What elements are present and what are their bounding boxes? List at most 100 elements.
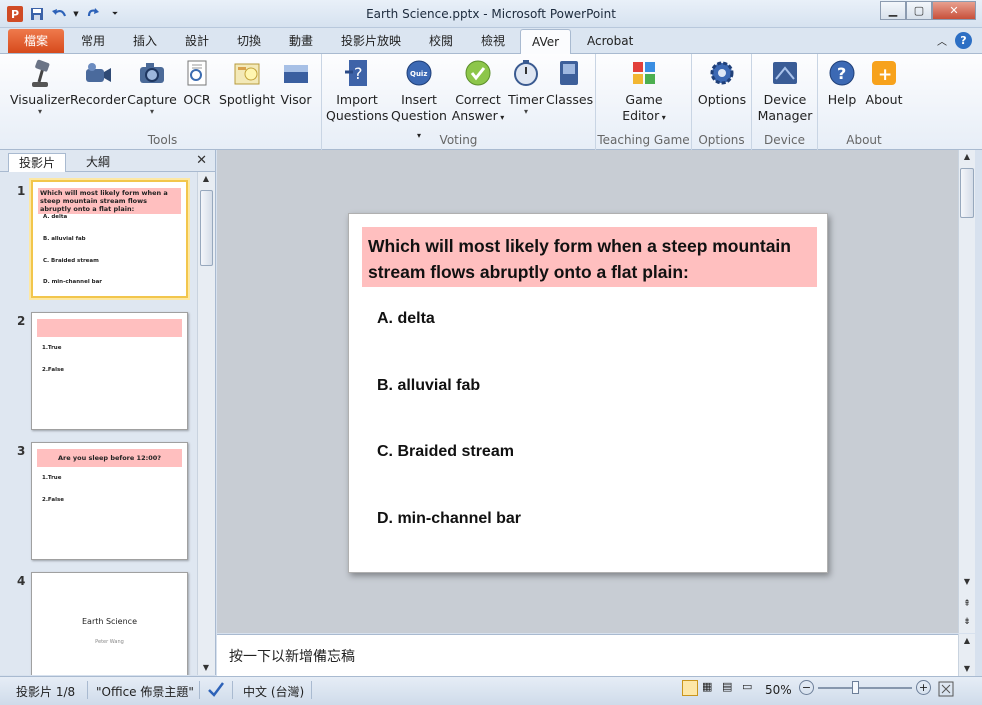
group-device: Device Manager Device bbox=[752, 54, 818, 150]
scroll-down-icon[interactable]: ▼ bbox=[959, 662, 975, 676]
zoom-track[interactable] bbox=[818, 680, 912, 694]
tab-design[interactable]: 設計 bbox=[174, 29, 220, 53]
maximize-button[interactable]: ▢ bbox=[906, 1, 932, 20]
slide-number: 3 bbox=[17, 444, 26, 458]
tab-acrobat[interactable]: Acrobat bbox=[576, 29, 644, 53]
device-manager-icon bbox=[771, 58, 799, 88]
status-bar: 投影片 1/8 "Office 佈景主題" 中文 (台灣) ▦ ▤ ▭ 50% … bbox=[0, 676, 982, 705]
normal-view-icon[interactable] bbox=[682, 680, 698, 696]
option-a[interactable]: A. delta bbox=[377, 310, 435, 328]
current-slide[interactable]: Which will most likely form when a steep… bbox=[348, 213, 828, 573]
svg-text:?: ? bbox=[354, 64, 363, 83]
close-panel-icon[interactable]: ✕ bbox=[196, 153, 207, 168]
editor-scrollbar[interactable]: ▲ ▼ ⇞ ⇟ bbox=[958, 150, 975, 633]
slide-thumbnail-4[interactable]: Earth Science Peter Wang bbox=[31, 572, 188, 675]
capture-button[interactable]: Capture ▾ bbox=[126, 58, 178, 116]
classes-button[interactable]: Classes bbox=[546, 58, 593, 108]
title-bar: P ▼ ⏷ Earth Science.pptx - Microsoft Pow… bbox=[0, 0, 982, 28]
zoom-in-icon[interactable]: + bbox=[916, 680, 931, 695]
about-button[interactable]: + About bbox=[864, 58, 904, 108]
scroll-up-icon[interactable]: ▲ bbox=[959, 634, 975, 648]
classes-icon bbox=[555, 58, 583, 88]
group-voting: ? Import Questions Quiz Insert Question ▾ … bbox=[322, 54, 596, 150]
visor-button[interactable]: Visor bbox=[278, 58, 314, 108]
visualizer-button[interactable]: Visualizer ▾ bbox=[10, 58, 70, 116]
reading-view-icon[interactable]: ▤ bbox=[722, 680, 738, 696]
group-label-device: Device bbox=[763, 133, 806, 147]
slide-indicator: 投影片 1/8 bbox=[16, 685, 76, 699]
fit-to-window-icon[interactable] bbox=[938, 681, 954, 700]
group-tools: Visualizer ▾ Recorder Capture ▾ OCR Spotli… bbox=[4, 54, 322, 150]
visor-icon bbox=[282, 58, 310, 88]
minimize-button[interactable]: ▁ bbox=[880, 1, 906, 20]
import-questions-button[interactable]: ? Import Questions bbox=[326, 58, 388, 124]
visualizer-icon bbox=[26, 58, 54, 88]
ocr-button[interactable]: OCR bbox=[180, 58, 214, 108]
scroll-down-icon[interactable]: ▼ bbox=[959, 575, 975, 589]
window-title: Earth Science.pptx - Microsoft PowerPoin… bbox=[366, 7, 616, 21]
tab-review[interactable]: 校閱 bbox=[418, 29, 464, 53]
slideshow-view-icon[interactable]: ▭ bbox=[742, 680, 758, 696]
recorder-button[interactable]: Recorder bbox=[70, 58, 126, 108]
notes-pane[interactable]: 按一下以新增備忘稿 bbox=[217, 634, 958, 676]
zoom-thumb[interactable] bbox=[852, 680, 859, 694]
theme-name[interactable]: "Office 佈景主題" bbox=[96, 683, 194, 700]
group-options: Options Options bbox=[692, 54, 752, 150]
option-d[interactable]: D. min-channel bar bbox=[377, 510, 521, 528]
slide-thumbnail-2[interactable]: 1.True 2.False bbox=[31, 312, 188, 430]
scroll-down-icon[interactable]: ▼ bbox=[198, 661, 214, 675]
tab-insert[interactable]: 插入 bbox=[122, 29, 168, 53]
zoom-level[interactable]: 50% bbox=[765, 683, 792, 697]
question-text[interactable]: Which will most likely form when a steep… bbox=[362, 227, 817, 287]
zoom-out-icon[interactable]: − bbox=[799, 680, 814, 695]
slide-thumbnail-3[interactable]: Are you sleep before 12:00? 1.True 2.Fal… bbox=[31, 442, 188, 560]
slide-thumbnail-1[interactable]: Which will most likely form when a steep… bbox=[31, 180, 188, 298]
scroll-up-icon[interactable]: ▲ bbox=[198, 172, 214, 186]
tab-file[interactable]: 檔案 bbox=[8, 29, 64, 53]
correct-answer-button[interactable]: Correct Answer ▾ bbox=[450, 58, 506, 126]
tab-view[interactable]: 檢視 bbox=[470, 29, 516, 53]
insert-question-button[interactable]: Quiz Insert Question ▾ bbox=[390, 58, 448, 144]
import-questions-icon: ? bbox=[343, 58, 371, 88]
scrollbar-thumb[interactable] bbox=[960, 168, 974, 218]
next-slide-icon[interactable]: ⇟ bbox=[959, 615, 975, 629]
spell-check-icon[interactable] bbox=[207, 681, 225, 700]
timer-icon bbox=[512, 58, 540, 88]
language-indicator[interactable]: 中文 (台灣) bbox=[243, 683, 304, 700]
timer-button[interactable]: Timer ▾ bbox=[506, 58, 546, 116]
help-icon[interactable]: ? bbox=[955, 32, 972, 49]
scrollbar-thumb[interactable] bbox=[200, 190, 213, 266]
spotlight-icon bbox=[233, 58, 261, 88]
device-manager-button[interactable]: Device Manager bbox=[756, 58, 814, 124]
options-button[interactable]: Options bbox=[696, 58, 748, 108]
tab-outline[interactable]: 大綱 bbox=[76, 153, 120, 172]
tab-slideshow[interactable]: 投影片放映 bbox=[330, 29, 412, 53]
slide-sorter-icon[interactable]: ▦ bbox=[702, 680, 718, 696]
option-b[interactable]: B. alluvial fab bbox=[377, 377, 480, 395]
option-c[interactable]: C. Braided stream bbox=[377, 443, 514, 461]
zoom-slider[interactable]: − + bbox=[799, 680, 931, 695]
help-button[interactable]: ? Help bbox=[824, 58, 860, 108]
tab-transitions[interactable]: 切換 bbox=[226, 29, 272, 53]
tab-home[interactable]: 常用 bbox=[70, 29, 116, 53]
previous-slide-icon[interactable]: ⇞ bbox=[959, 597, 975, 611]
status-separator bbox=[311, 681, 312, 699]
notes-scrollbar[interactable]: ▲ ▼ bbox=[958, 634, 975, 676]
group-label-tools: Tools bbox=[147, 133, 178, 147]
tab-animations[interactable]: 動畫 bbox=[278, 29, 324, 53]
dropdown-arrow-icon: ▾ bbox=[149, 107, 154, 116]
recorder-icon bbox=[84, 58, 112, 88]
scroll-up-icon[interactable]: ▲ bbox=[959, 150, 975, 164]
dropdown-arrow-icon: ▾ bbox=[37, 107, 42, 116]
tab-slides[interactable]: 投影片 bbox=[8, 153, 67, 172]
thumbnail-title: Earth Science bbox=[81, 617, 137, 626]
status-separator bbox=[199, 681, 200, 699]
panel-scrollbar[interactable]: ▲ ▼ bbox=[197, 172, 215, 675]
tab-aver[interactable]: AVer bbox=[520, 29, 572, 55]
spotlight-button[interactable]: Spotlight bbox=[218, 58, 276, 108]
minimize-ribbon-icon[interactable]: ︿ bbox=[937, 33, 947, 48]
dropdown-arrow-icon: ▾ bbox=[523, 107, 528, 116]
game-editor-button[interactable]: Game Editor ▾ bbox=[614, 58, 674, 126]
status-separator bbox=[87, 681, 88, 699]
close-button[interactable]: ✕ bbox=[932, 1, 976, 20]
